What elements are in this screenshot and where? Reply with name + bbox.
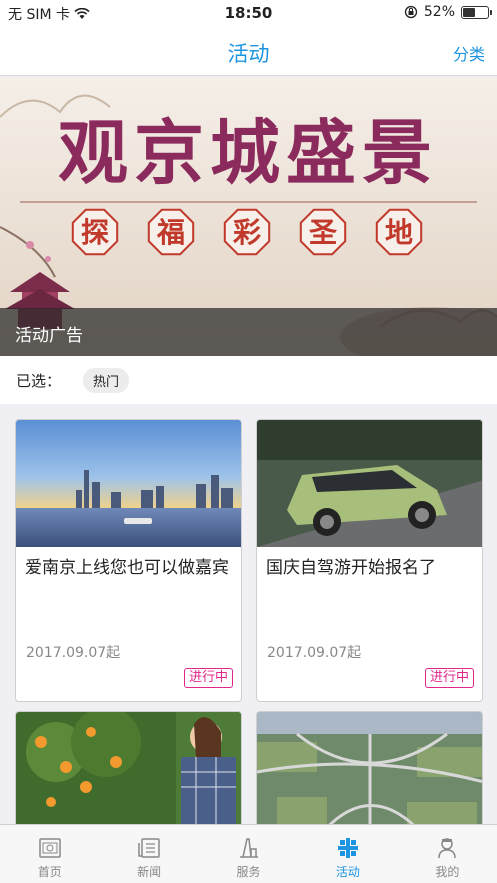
service-icon [239,838,258,858]
battery-icon [461,5,492,19]
tab-home[interactable]: 首页 [0,825,99,883]
card-date: 2017.09.07起 [26,645,121,661]
tab-news[interactable]: 新闻 [99,825,198,883]
status-right: 52% [404,4,492,20]
subline-char: 福 [156,216,185,249]
filter-label: 已选： [16,371,62,390]
activity-card[interactable]: 国庆自驾游开始报名了 2017.09.07起 进行中 [256,419,483,702]
subline-char: 地 [385,216,413,249]
battery-fill [463,7,476,17]
banner-headline: 观京城盛景 [58,111,438,194]
subline-char: 圣 [309,216,338,249]
card-image-car [257,420,482,547]
card-date: 2017.09.07起 [267,645,362,661]
card-image-interchange [257,712,482,830]
nav-bar: 活动 分类 [0,26,497,76]
tab-bar: 首页 新闻 服务 活动 我的 [0,824,497,883]
home-icon [38,838,61,858]
news-icon [138,838,160,858]
filter-bar: 已选： 热门 [0,356,497,404]
category-button[interactable]: 分类 [453,41,485,65]
card-image-orchard [16,712,241,830]
activity-grid: 爱南京上线您也可以做嘉宾 2017.09.07起 进行中 国庆自驾游开始报名了 [0,404,497,831]
filter-chip-hot[interactable]: 热门 [83,367,130,393]
status-bar: 无 SIM 卡 18:50 52% [0,0,497,26]
subline-char: 探 [81,216,109,249]
tab-activity[interactable]: 活动 [298,825,397,883]
tab-label: 我的 [435,865,460,879]
activity-banner[interactable]: 观京城盛景 探 福 彩 圣 地 活动广告 [0,77,497,356]
status-badge: 进行中 [424,668,474,688]
activity-card[interactable]: 爱南京上线您也可以做嘉宾 2017.09.07起 进行中 [15,419,242,702]
subline-char: 彩 [233,216,261,249]
tab-service[interactable]: 服务 [199,825,298,883]
battery-percent: 52% [423,4,455,20]
page-title: 活动 [227,42,270,66]
profile-icon [438,838,457,859]
tab-label: 活动 [335,865,360,879]
activity-icon [337,838,358,858]
tab-label: 服务 [236,865,261,879]
tab-label: 新闻 [137,865,162,879]
card-image-city [16,420,241,547]
tab-label: 首页 [37,865,62,879]
status-badge: 进行中 [183,668,233,688]
activity-card[interactable] [256,711,483,831]
card-title: 国庆自驾游开始报名了 [266,558,436,578]
orientation-lock-icon [404,5,418,19]
activity-card[interactable] [15,711,242,831]
tab-profile[interactable]: 我的 [398,825,497,883]
banner-caption: 活动广告 [0,308,497,356]
card-title: 爱南京上线您也可以做嘉宾 [25,558,229,578]
